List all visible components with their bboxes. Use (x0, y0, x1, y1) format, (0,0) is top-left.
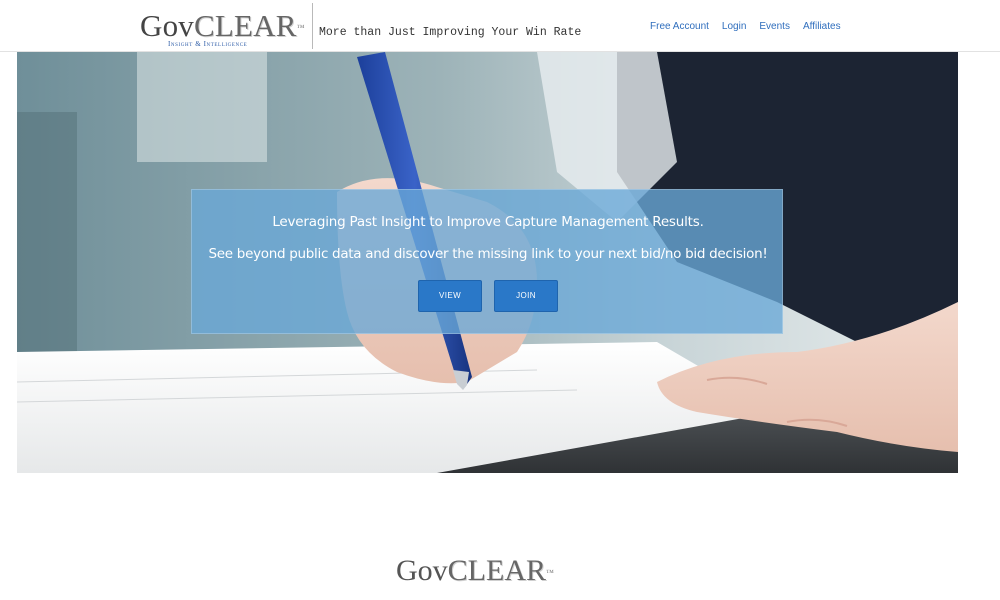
footer-logo-clear-text: CLEAR (447, 554, 547, 587)
footer-logo-gov-text: Gov (396, 554, 448, 587)
nav-affiliates-link[interactable]: Affiliates (803, 20, 841, 34)
top-nav: Free Account Login Events Affiliates (650, 20, 854, 34)
logo-wordmark: GovCLEAR™ (140, 9, 305, 43)
logo-subtitle: Insight & Intelligence (168, 40, 248, 48)
nav-free-account-link[interactable]: Free Account (650, 20, 709, 34)
header-divider (312, 3, 313, 49)
join-button[interactable]: JOIN (494, 280, 558, 312)
site-header: GovCLEAR™ Insight & Intelligence More th… (0, 0, 1000, 52)
hero-headline: Leveraging Past Insight to Improve Captu… (272, 214, 704, 230)
footer-logo-trademark: ™ (546, 568, 554, 577)
logo-clear-text: CLEAR (194, 8, 297, 43)
hero-banner: Leveraging Past Insight to Improve Captu… (17, 52, 958, 473)
hero-message-panel: Leveraging Past Insight to Improve Captu… (191, 189, 783, 334)
logo-gov-text: Gov (140, 8, 194, 43)
nav-login-link[interactable]: Login (722, 20, 746, 34)
logo-trademark: ™ (296, 23, 305, 32)
govclear-logo[interactable]: GovCLEAR™ Insight & Intelligence (140, 9, 308, 49)
view-button[interactable]: VIEW (418, 280, 482, 312)
nav-events-link[interactable]: Events (759, 20, 790, 34)
footer-govclear-logo: GovCLEAR™ (396, 553, 586, 593)
hero-subheadline: See beyond public data and discover the … (208, 246, 768, 262)
site-tagline: More than Just Improving Your Win Rate (319, 26, 582, 39)
